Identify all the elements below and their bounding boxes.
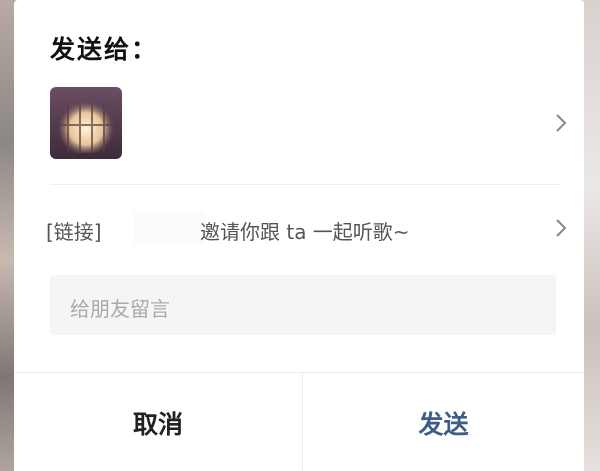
- link-preview-row[interactable]: [链接] 邀请你跟 ta 一起听歌~: [46, 208, 567, 248]
- dialog-footer: 取消 发送: [14, 372, 584, 471]
- chevron-right-icon: [556, 219, 567, 237]
- divider: [50, 184, 560, 185]
- send-button[interactable]: 发送: [303, 373, 584, 471]
- link-prefix: [链接]: [46, 220, 102, 244]
- dialog-title: 发送给：: [50, 35, 159, 64]
- chevron-right-icon: [556, 114, 567, 132]
- background-app-right-edge: [582, 0, 600, 471]
- cancel-button[interactable]: 取消: [14, 373, 302, 471]
- link-description: 邀请你跟 ta 一起听歌~: [200, 220, 410, 244]
- link-title-obscured: [134, 211, 206, 245]
- message-input[interactable]: 给朋友留言: [50, 275, 556, 335]
- message-placeholder: 给朋友留言: [70, 297, 170, 321]
- recipient-row[interactable]: [50, 87, 567, 161]
- share-dialog: 发送给： [链接] 邀请你跟 ta 一起听歌~ 给朋友留言 取消 发送: [14, 0, 584, 471]
- recipient-avatar: [50, 87, 122, 159]
